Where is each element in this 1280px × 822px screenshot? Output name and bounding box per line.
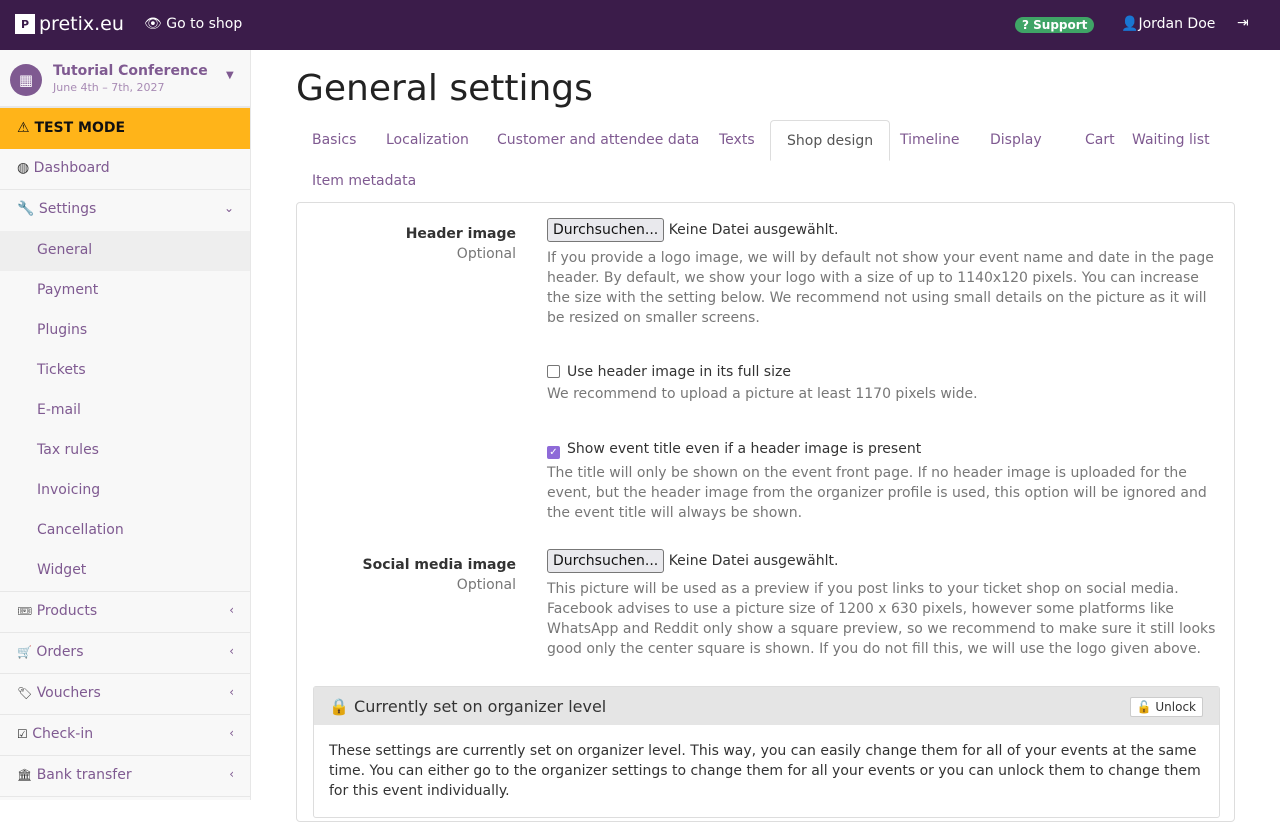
sidebar-subitem-invoicing[interactable]: Invoicing	[0, 471, 250, 511]
tab-customer-and-attendee-data[interactable]: Customer and attendee data	[481, 120, 715, 161]
chevron-left-icon: ‹	[229, 603, 234, 617]
sidebar-item-dashboard[interactable]: ◍ Dashboard	[0, 149, 250, 190]
sidebar-subitem-widget[interactable]: Widget	[0, 551, 250, 591]
tab-item-metadata[interactable]: Item metadata	[296, 161, 432, 202]
brand-logo[interactable]: Ppretix.eu	[15, 13, 124, 35]
unlock-button[interactable]: 🔓 Unlock	[1129, 697, 1203, 717]
user-menu[interactable]: 👤Jordan Doe	[1121, 16, 1215, 32]
page-title: General settings	[296, 68, 593, 109]
sidebar-subitem-general[interactable]: General	[0, 231, 250, 271]
lock-icon: 🔒	[329, 697, 349, 716]
tab-shop-design[interactable]: Shop design	[770, 120, 891, 161]
show-title-label: Show event title even if a header image …	[567, 441, 922, 457]
event-date: June 4th – 7th, 2027	[53, 81, 165, 94]
brand-name: pretix.eu	[39, 13, 124, 35]
social-image-label: Social media image	[362, 557, 517, 573]
logout-icon[interactable]: ⇥	[1237, 15, 1249, 31]
sidebar-subitem-plugins[interactable]: Plugins	[0, 311, 250, 351]
sidebar-item-bank-transfer[interactable]: 🏛 Bank transfer ‹	[0, 756, 250, 797]
sidebar-item-label: Vouchers	[36, 685, 101, 701]
tags-icon: 🏷	[17, 686, 33, 700]
unlock-icon: 🔓	[1136, 700, 1152, 714]
cart-icon: 🛒	[17, 645, 32, 659]
sidebar-subitem-tickets[interactable]: Tickets	[0, 351, 250, 391]
full-size-checkbox-row[interactable]: Use header image in its full size	[547, 364, 791, 380]
event-switcher[interactable]: ▦ Tutorial Conference June 4th – 7th, 20…	[0, 50, 250, 108]
chevron-left-icon: ‹	[229, 685, 234, 699]
chevron-left-icon: ‹	[229, 644, 234, 658]
sidebar-subitem-tax-rules[interactable]: Tax rules	[0, 431, 250, 471]
question-icon: ?	[1022, 18, 1029, 32]
header-image-file-status: Keine Datei ausgewählt.	[668, 222, 839, 238]
sidebar: ▦ Tutorial Conference June 4th – 7th, 20…	[0, 50, 251, 800]
eye-icon: 👁	[144, 16, 162, 32]
sidebar-item-settings[interactable]: 🔧 Settings ⌄	[0, 190, 250, 231]
show-title-checkbox-row[interactable]: ✓ Show event title even if a header image…	[547, 441, 922, 459]
organizer-lock-panel: 🔒 Currently set on organizer level 🔓 Unl…	[313, 686, 1220, 818]
go-to-shop-link[interactable]: 👁 Go to shop	[144, 16, 242, 32]
bank-icon: 🏛	[17, 768, 33, 782]
unlock-label: Unlock	[1155, 700, 1196, 714]
header-image-help: If you provide a logo image, we will by …	[547, 250, 1214, 326]
header-image-browse-button[interactable]: Durchsuchen...	[547, 218, 665, 242]
wrench-icon: 🔧	[17, 201, 35, 217]
user-name: Jordan Doe	[1138, 16, 1216, 32]
sidebar-item-label: Orders	[36, 644, 84, 660]
social-image-browse-button[interactable]: Durchsuchen...	[547, 549, 665, 573]
sidebar-subitem-e-mail[interactable]: E-mail	[0, 391, 250, 431]
tab-waiting-list[interactable]: Waiting list	[1116, 120, 1226, 161]
top-navbar: Ppretix.eu 👁 Go to shop ? Support 👤Jorda…	[0, 0, 1280, 50]
tab-timeline[interactable]: Timeline	[884, 120, 976, 161]
support-label: Support	[1033, 18, 1088, 32]
chevron-left-icon: ‹	[229, 726, 234, 740]
user-icon: 👤	[1121, 16, 1139, 32]
full-size-checkbox[interactable]	[547, 365, 560, 378]
tab-texts[interactable]: Texts	[703, 120, 771, 161]
chevron-left-icon: ‹	[229, 767, 234, 781]
full-size-label: Use header image in its full size	[567, 364, 791, 380]
event-name: Tutorial Conference	[53, 63, 208, 79]
go-to-shop-label: Go to shop	[166, 16, 243, 32]
tab-basics[interactable]: Basics	[296, 120, 372, 161]
sidebar-item-products[interactable]: 🎟 Products ‹	[0, 592, 250, 633]
ticket-icon: 🎟	[17, 604, 33, 618]
sidebar-item-check-in[interactable]: ☑ Check-in ‹	[0, 715, 250, 756]
social-image-file-status: Keine Datei ausgewählt.	[668, 553, 839, 569]
sidebar-item-label: Products	[36, 603, 98, 619]
sidebar-item-label: Dashboard	[33, 160, 110, 176]
full-size-help: We recommend to upload a picture at leas…	[547, 386, 978, 402]
test-mode-label: TEST MODE	[34, 120, 126, 136]
check-square-icon: ☑	[17, 727, 28, 741]
tab-localization[interactable]: Localization	[370, 120, 485, 161]
sidebar-item-orders[interactable]: 🛒 Orders ‹	[0, 633, 250, 674]
social-image-help: This picture will be used as a preview i…	[547, 581, 1216, 657]
social-image-optional: Optional	[456, 577, 516, 593]
header-image-label: Header image	[405, 226, 516, 242]
settings-panel: Header image Optional Durchsuchen... Kei…	[296, 202, 1235, 822]
sidebar-item-vouchers[interactable]: 🏷 Vouchers ‹	[0, 674, 250, 715]
warning-icon: ⚠	[17, 120, 30, 136]
sidebar-item-label: Bank transfer	[36, 767, 132, 783]
header-image-optional: Optional	[456, 246, 516, 262]
sidebar-subitem-payment[interactable]: Payment	[0, 271, 250, 311]
organizer-lock-title: Currently set on organizer level	[354, 697, 607, 716]
dashboard-icon: ◍	[17, 160, 30, 176]
sidebar-subitem-cancellation[interactable]: Cancellation	[0, 511, 250, 551]
calendar-icon: ▦	[10, 64, 42, 96]
sidebar-item-label: Settings	[38, 201, 97, 217]
pretix-logo-icon: P	[15, 14, 35, 34]
show-title-checkbox[interactable]: ✓	[547, 446, 560, 459]
chevron-down-icon: ⌄	[223, 201, 234, 215]
organizer-lock-text: These settings are currently set on orga…	[329, 743, 1201, 799]
test-mode-banner[interactable]: ⚠ TEST MODE	[0, 108, 250, 149]
caret-down-icon: ▼	[226, 70, 234, 81]
sidebar-item-label: Check-in	[32, 726, 94, 742]
show-title-help: The title will only be shown on the even…	[547, 465, 1207, 521]
tab-display[interactable]: Display	[974, 120, 1058, 161]
support-button[interactable]: ? Support	[1015, 17, 1095, 33]
